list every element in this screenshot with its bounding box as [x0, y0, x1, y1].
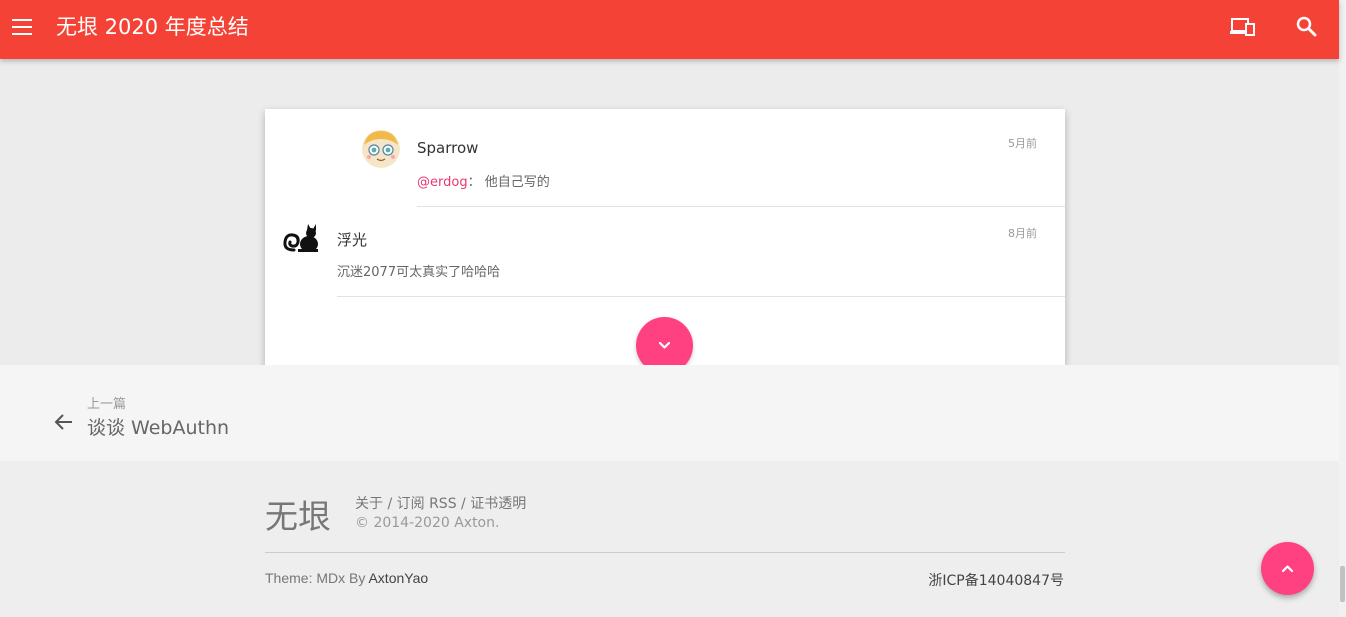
prev-post-title[interactable]: 谈谈 WebAuthn	[87, 413, 229, 440]
scrollbar[interactable]	[1339, 0, 1346, 617]
menu-icon	[12, 19, 32, 21]
mention-link[interactable]: @erdog	[417, 175, 468, 190]
avatar[interactable]	[361, 129, 401, 169]
comment-divider	[337, 296, 1065, 297]
comment-text: @erdog： 他自己写的	[417, 171, 550, 190]
menu-icon	[12, 26, 32, 28]
avatar[interactable]	[282, 222, 322, 254]
comment-author[interactable]: 浮光	[337, 229, 367, 250]
comment-author[interactable]: Sparrow	[417, 139, 478, 157]
search-button[interactable]	[1296, 16, 1318, 38]
footer-divider	[265, 552, 1065, 553]
comments-section: Sparrow 5月前 @erdog： 他自己写的 浮光 8月前 沉迷2077可…	[0, 59, 1339, 394]
comments-card: Sparrow 5月前 @erdog： 他自己写的 浮光 8月前 沉迷2077可…	[265, 109, 1065, 394]
post-navigation: 上一篇 谈谈 WebAuthn	[0, 365, 1339, 461]
app-bar: 无垠 2020 年度总结	[0, 0, 1339, 59]
theme-author-link[interactable]: AxtonYao	[368, 570, 428, 586]
arrow-left-icon	[54, 414, 72, 430]
footer-link-about[interactable]: 关于	[355, 496, 383, 512]
page-title: 无垠 2020 年度总结	[56, 15, 249, 39]
scrollbar-thumb[interactable]	[1340, 566, 1345, 602]
devices-icon	[1230, 18, 1255, 36]
comment-time: 8月前	[1008, 227, 1037, 240]
mention-separator: ：	[467, 175, 481, 190]
comment-divider	[417, 206, 1065, 207]
footer-link-ct[interactable]: 证书透明	[470, 496, 526, 512]
theme-prefix: Theme: MDx By	[265, 570, 369, 586]
link-separator: /	[456, 496, 471, 512]
comment-body: 他自己写的	[484, 175, 550, 190]
footer-link-rss[interactable]: 订阅 RSS	[397, 496, 457, 512]
search-icon	[1296, 16, 1317, 37]
link-separator: /	[383, 496, 397, 512]
menu-icon	[12, 33, 32, 35]
icp-link[interactable]: 浙ICP备14040847号	[928, 570, 1064, 590]
footer-links: 关于 / 订阅 RSS / 证书透明	[355, 493, 526, 513]
site-footer: 无垠 关于 / 订阅 RSS / 证书透明 © 2014-2020 Axton.…	[0, 461, 1339, 617]
prev-post-label: 上一篇	[87, 397, 127, 412]
comment-time: 5月前	[1008, 137, 1037, 150]
chevron-up-icon	[1281, 565, 1294, 573]
devices-button[interactable]	[1230, 16, 1256, 40]
comment-body: 沉迷2077可太真实了哈哈哈	[337, 265, 501, 280]
prev-post-link[interactable]: 上一篇 谈谈 WebAuthn	[52, 393, 252, 441]
footer-theme: Theme: MDx By AxtonYao	[265, 570, 428, 586]
footer-copyright: © 2014-2020 Axton.	[355, 515, 500, 531]
footer-brand[interactable]: 无垠	[265, 490, 331, 538]
back-to-top-button[interactable]	[1261, 542, 1314, 595]
menu-button[interactable]	[12, 17, 34, 37]
chevron-down-icon	[658, 341, 671, 349]
